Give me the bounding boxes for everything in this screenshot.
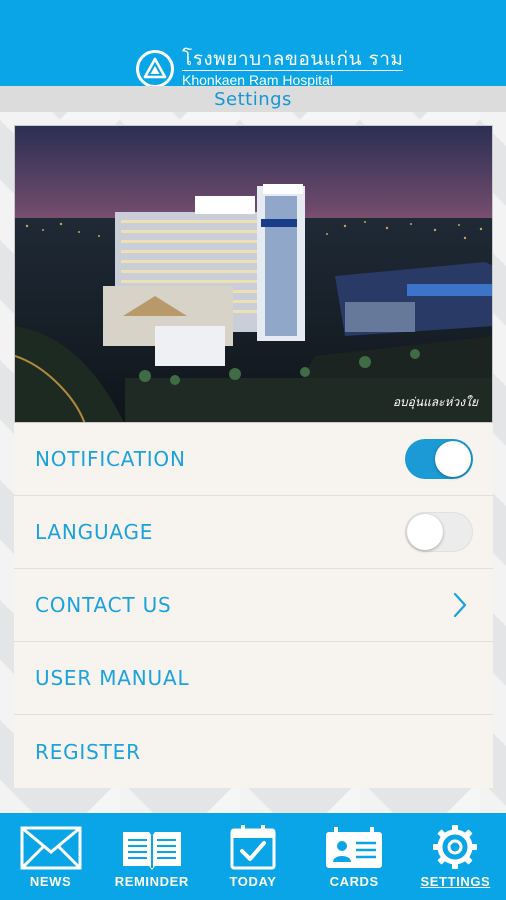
contact-us-row[interactable]: CONTACT US — [14, 569, 493, 642]
nav-news-label: NEWS — [29, 874, 72, 889]
hospital-logo-icon — [136, 50, 174, 88]
language-label: LANGUAGE — [35, 520, 154, 544]
brand-name-thai: โรงพยาบาลขอนแก่น ราม — [182, 48, 404, 71]
nav-reminder[interactable]: REMINDER — [101, 813, 202, 900]
register-label: REGISTER — [35, 739, 141, 764]
nav-settings[interactable]: SETTINGS — [405, 813, 506, 900]
nav-settings-label: SETTINGS — [420, 874, 491, 889]
gear-icon — [433, 825, 478, 869]
book-icon — [122, 832, 181, 870]
chevron-right-icon — [453, 592, 467, 618]
brand-name-english: Khonkaen Ram Hospital — [182, 72, 333, 88]
toggle-knob — [407, 514, 443, 550]
nav-today-label: TODAY — [229, 874, 277, 889]
title-bar: Settings — [0, 86, 506, 112]
notification-row[interactable]: NOTIFICATION — [14, 423, 493, 496]
nav-cards[interactable]: CARDS — [304, 813, 405, 900]
bottom-navigation: NEWS REMINDER TODAY CARDS SETTINGS — [0, 813, 506, 900]
language-toggle[interactable] — [405, 512, 473, 552]
envelope-icon — [20, 826, 82, 870]
nav-reminder-label: REMINDER — [114, 874, 189, 889]
toggle-knob — [435, 441, 471, 477]
app-header: โรงพยาบาลขอนแก่น ราม Khonkaen Ram Hospit… — [0, 0, 506, 88]
register-row[interactable]: REGISTER — [14, 715, 493, 788]
page-title: Settings — [214, 88, 292, 110]
contact-us-label: CONTACT US — [35, 593, 172, 617]
nav-cards-label: CARDS — [329, 874, 379, 889]
hospital-brand: โรงพยาบาลขอนแก่น ราม Khonkaen Ram Hospit… — [136, 48, 404, 90]
hospital-photo: อบอุ่นและห่วงใย — [14, 125, 493, 423]
notification-label: NOTIFICATION — [35, 447, 186, 471]
id-card-icon — [326, 827, 383, 868]
calendar-check-icon — [230, 825, 276, 870]
user-manual-label: USER MANUAL — [35, 666, 190, 690]
language-row[interactable]: LANGUAGE — [14, 496, 493, 569]
settings-list: NOTIFICATION LANGUAGE CONTACT US USER MA… — [14, 423, 493, 788]
hero-caption: อบอุ่นและห่วงใย — [392, 395, 478, 409]
nav-news[interactable]: NEWS — [0, 813, 101, 900]
user-manual-row[interactable]: USER MANUAL — [14, 642, 493, 715]
notification-toggle[interactable] — [405, 439, 473, 479]
nav-today[interactable]: TODAY — [202, 813, 303, 900]
